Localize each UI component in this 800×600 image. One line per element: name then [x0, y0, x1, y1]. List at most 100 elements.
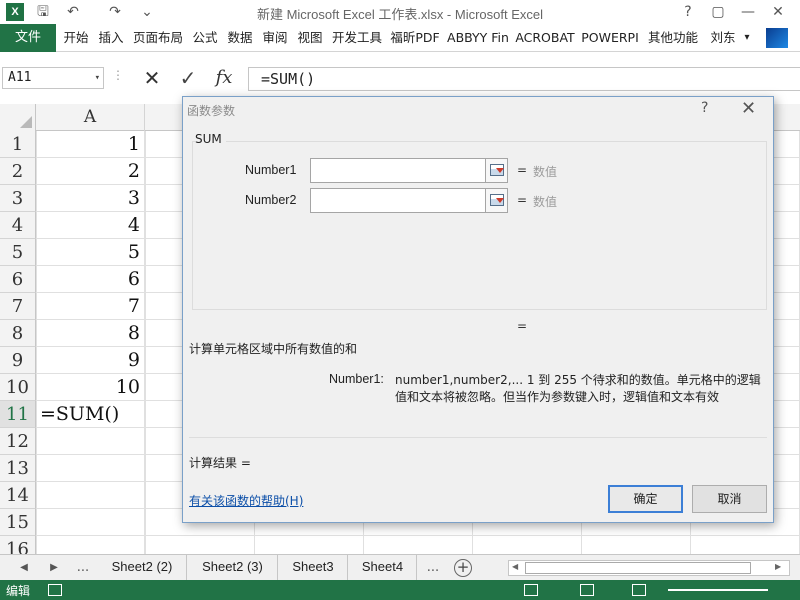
tab-foxit-pdf[interactable]: 福昕PDF: [388, 24, 442, 52]
cell-a[interactable]: 6: [36, 266, 145, 293]
arg-eq-number1: =: [517, 163, 528, 177]
page-break-view-icon[interactable]: [632, 584, 646, 596]
more-sheets-right[interactable]: ...: [420, 555, 446, 581]
tab-data[interactable]: 数据: [224, 24, 256, 52]
cell-a[interactable]: 3: [36, 185, 145, 212]
sheet-tab[interactable]: Sheet2 (3): [188, 555, 278, 580]
prev-sheet-icon[interactable]: ◀: [14, 555, 34, 581]
tab-page-layout[interactable]: 页面布局: [130, 24, 186, 52]
number1-input[interactable]: [310, 158, 486, 183]
ribbon-display-icon[interactable]: ▢: [704, 1, 732, 23]
page-layout-view-icon[interactable]: [580, 584, 594, 596]
cell-a[interactable]: [36, 509, 145, 536]
row-header[interactable]: 1: [0, 131, 36, 158]
cell-a[interactable]: [36, 455, 145, 482]
cell-a[interactable]: 10: [36, 374, 145, 401]
user-name[interactable]: 刘东: [708, 24, 738, 52]
add-sheet-icon[interactable]: +: [454, 559, 472, 577]
tab-review[interactable]: 审阅: [259, 24, 291, 52]
cancel-entry-icon[interactable]: ✕: [136, 65, 168, 91]
row-header[interactable]: 3: [0, 185, 36, 212]
arg-type-number2: 数值: [533, 195, 558, 209]
row-header[interactable]: 9: [0, 347, 36, 374]
row-header[interactable]: 2: [0, 158, 36, 185]
tab-file[interactable]: 文件: [0, 24, 56, 52]
tab-powerpivot[interactable]: POWERPI: [580, 24, 640, 52]
scroll-thumb[interactable]: [525, 562, 751, 574]
cell-a[interactable]: [36, 536, 145, 554]
sheet-tab[interactable]: Sheet3: [279, 555, 348, 580]
row-header[interactable]: 7: [0, 293, 36, 320]
redo-icon[interactable]: ↷: [104, 2, 126, 22]
cell-a[interactable]: 7: [36, 293, 145, 320]
cell-a[interactable]: 4: [36, 212, 145, 239]
name-box[interactable]: A11 ▾: [2, 67, 104, 89]
tab-developer[interactable]: 开发工具: [329, 24, 385, 52]
tab-other-features[interactable]: 其他功能: [645, 24, 701, 52]
sheet-tab[interactable]: Sheet4: [349, 555, 417, 580]
normal-view-icon[interactable]: [524, 584, 538, 596]
insert-function-icon[interactable]: fx: [208, 65, 240, 91]
function-help-link[interactable]: 有关该函数的帮助(H): [189, 492, 303, 509]
tab-acrobat[interactable]: ACROBAT: [514, 24, 576, 52]
more-sheets-left[interactable]: ...: [70, 555, 96, 581]
formula-bar-grip-icon[interactable]: ⋮: [112, 68, 124, 82]
tab-abbyy[interactable]: ABBYY Fin: [445, 24, 511, 52]
row-header[interactable]: 16: [0, 536, 36, 554]
tab-insert[interactable]: 插入: [95, 24, 127, 52]
number2-range-picker-icon[interactable]: [486, 188, 508, 213]
cell-a[interactable]: [36, 482, 145, 509]
row-header[interactable]: 14: [0, 482, 36, 509]
row-header[interactable]: 5: [0, 239, 36, 266]
name-box-dropdown-icon[interactable]: ▾: [95, 68, 100, 88]
user-dropdown-icon[interactable]: ▾: [740, 24, 754, 52]
cancel-button[interactable]: 取消: [692, 485, 767, 513]
row-header[interactable]: 13: [0, 455, 36, 482]
row-header[interactable]: 15: [0, 509, 36, 536]
arg-label-number2: Number2: [245, 193, 297, 207]
tab-view[interactable]: 视图: [294, 24, 326, 52]
scroll-right-icon[interactable]: ▶: [775, 562, 781, 571]
number2-input[interactable]: [310, 188, 486, 213]
excel-logo-icon: X: [6, 3, 24, 21]
help-icon[interactable]: ?: [674, 1, 702, 23]
table-row: 16: [0, 536, 800, 554]
column-header-a[interactable]: A: [36, 104, 145, 131]
select-all-corner[interactable]: [0, 104, 36, 131]
row-header[interactable]: 10: [0, 374, 36, 401]
row-header[interactable]: 12: [0, 428, 36, 455]
next-sheet-icon[interactable]: ▶: [44, 555, 64, 581]
cell-a[interactable]: 2: [36, 158, 145, 185]
close-icon[interactable]: ✕: [764, 1, 792, 23]
undo-icon[interactable]: ↶: [62, 2, 84, 22]
enter-entry-icon[interactable]: ✓: [172, 65, 204, 91]
row-header[interactable]: 4: [0, 212, 36, 239]
cell-a[interactable]: 5: [36, 239, 145, 266]
cell-a[interactable]: 8: [36, 320, 145, 347]
row-header[interactable]: 6: [0, 266, 36, 293]
row-header[interactable]: 11: [0, 401, 36, 428]
minimize-icon[interactable]: —: [734, 1, 762, 23]
name-box-value: A11: [8, 70, 32, 85]
macro-record-icon[interactable]: [48, 584, 62, 596]
number1-range-picker-icon[interactable]: [486, 158, 508, 183]
cell-a[interactable]: 1: [36, 131, 145, 158]
save-icon[interactable]: 🖫: [32, 2, 54, 22]
tab-home[interactable]: 开始: [60, 24, 92, 52]
cell-a[interactable]: =SUM(): [36, 401, 145, 428]
scroll-left-icon[interactable]: ◀: [512, 562, 518, 571]
dialog-help-icon[interactable]: ?: [701, 100, 708, 116]
tab-formulas[interactable]: 公式: [189, 24, 221, 52]
zoom-slider[interactable]: [668, 589, 768, 591]
ok-button[interactable]: 确定: [608, 485, 683, 513]
customize-qat-icon[interactable]: ⌄: [136, 2, 158, 22]
function-arguments-dialog: 函数参数 ? ✕ SUM Number1 = 数值 Number2 = 数值 =…: [182, 96, 774, 523]
title-bar: X 🖫 ↶ ↷ ⌄ 新建 Microsoft Excel 工作表.xlsx - …: [0, 0, 800, 24]
dialog-close-icon[interactable]: ✕: [741, 98, 756, 119]
formula-input[interactable]: =SUM(): [248, 67, 800, 91]
row-header[interactable]: 8: [0, 320, 36, 347]
cell-a[interactable]: 9: [36, 347, 145, 374]
cell-a[interactable]: [36, 428, 145, 455]
sheet-tab[interactable]: Sheet2 (2): [98, 555, 187, 580]
horizontal-scrollbar[interactable]: ◀ ▶: [508, 560, 790, 576]
